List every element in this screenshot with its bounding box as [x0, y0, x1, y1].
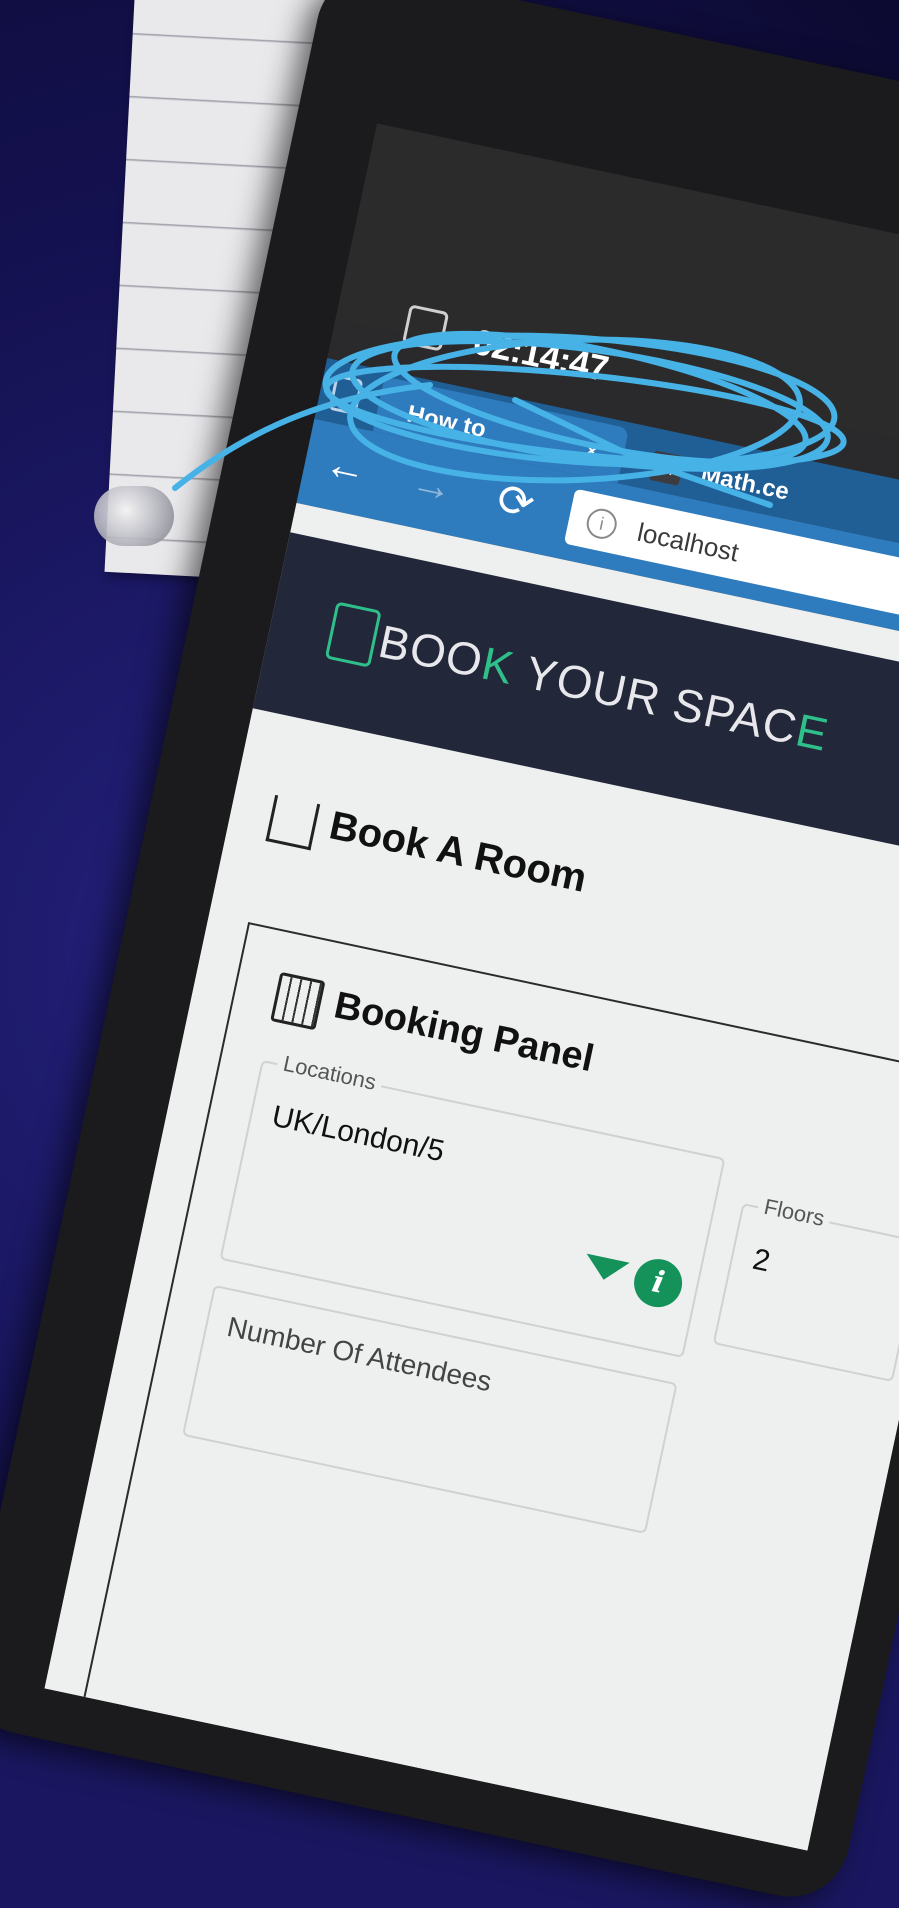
- floors-label: Floors: [755, 1192, 833, 1234]
- tab-favicon-icon: M: [648, 450, 685, 486]
- chair-logo-icon: [324, 601, 382, 668]
- info-icon[interactable]: i: [629, 1254, 687, 1312]
- app-icon[interactable]: [401, 304, 450, 352]
- reload-icon[interactable]: ⟳: [492, 473, 539, 531]
- logo-text-part: BOO: [374, 614, 489, 688]
- forward-icon[interactable]: →: [407, 457, 458, 513]
- attendees-label: Number Of Attendees: [224, 1310, 495, 1398]
- floors-select[interactable]: Floors 2: [712, 1192, 899, 1383]
- site-info-icon[interactable]: i: [583, 506, 620, 542]
- site-logo[interactable]: BOOK YOUR SPACE: [374, 614, 833, 762]
- tab-actions-icon[interactable]: [328, 374, 364, 416]
- calendar-icon: [270, 971, 326, 1031]
- desk-icon: [265, 794, 321, 851]
- address-text[interactable]: localhost: [635, 517, 742, 569]
- back-icon[interactable]: ←: [321, 439, 372, 495]
- logo-text-part: YOUR SPAC: [508, 643, 803, 755]
- locations-value[interactable]: UK/London/5: [269, 1100, 447, 1170]
- locations-label: Locations: [274, 1049, 385, 1098]
- clock: 02:14:47: [469, 320, 612, 390]
- page-title: Book A Room: [325, 803, 591, 901]
- dropdown-arrow-icon[interactable]: [582, 1253, 630, 1285]
- tab-title[interactable]: Math.ce: [698, 461, 791, 507]
- floors-value[interactable]: 2: [750, 1243, 773, 1280]
- push-pin: [94, 486, 174, 546]
- page-content: BOOK YOUR SPACE Book A Room Booking Pane…: [44, 502, 899, 1851]
- panel-title: Booking Panel: [330, 984, 598, 1081]
- booking-panel: Booking Panel Locations UK/London/5 i Fl…: [81, 922, 899, 1851]
